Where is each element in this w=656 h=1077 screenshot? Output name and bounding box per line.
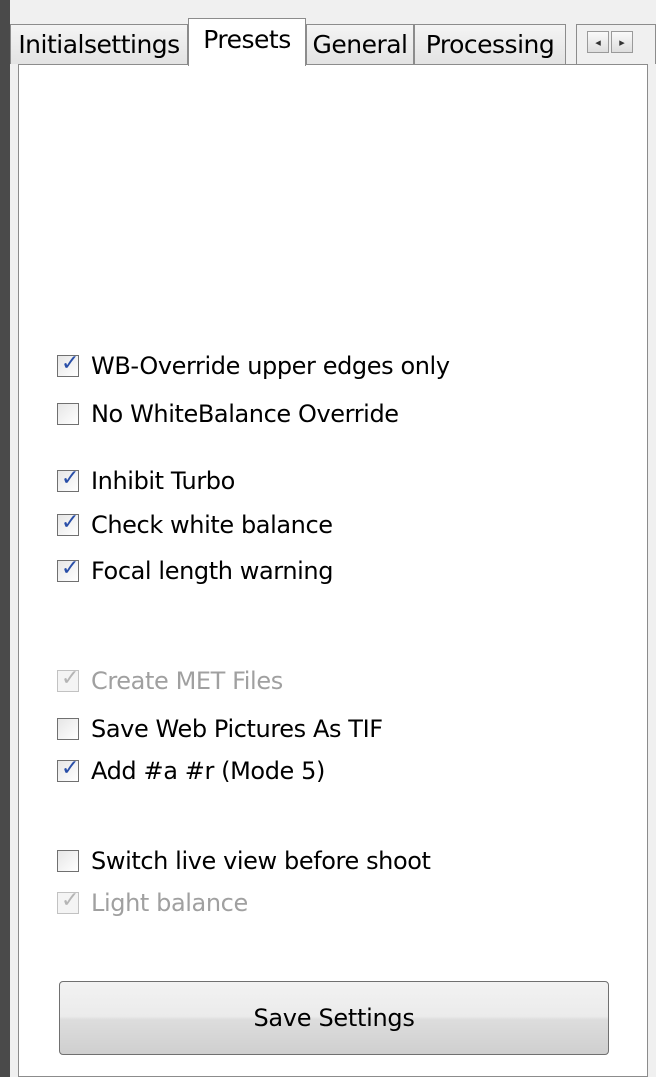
checkbox-check-white-balance[interactable]: ✓ Check white balance bbox=[57, 511, 333, 539]
checkbox-focal-length-warning[interactable]: ✓ Focal length warning bbox=[57, 557, 333, 585]
checkbox-icon[interactable]: ✓ bbox=[57, 718, 79, 740]
checkbox-icon[interactable]: ✓ bbox=[57, 403, 79, 425]
presets-panel: ✓ WB-Override upper edges only ✓ No Whit… bbox=[18, 64, 648, 1077]
checkbox-icon[interactable]: ✓ bbox=[57, 557, 79, 582]
checkbox-icon[interactable]: ✓ bbox=[57, 467, 79, 492]
checkbox-label: WB-Override upper edges only bbox=[91, 352, 450, 380]
checkbox-label: Save Web Pictures As TIF bbox=[91, 715, 383, 743]
checkbox-icon[interactable]: ✓ bbox=[57, 352, 79, 377]
checkbox-add-a-r-mode5[interactable]: ✓ Add #a #r (Mode 5) bbox=[57, 757, 325, 785]
checkbox-label: Light balance bbox=[91, 889, 248, 917]
checkbox-light-balance: ✓ Light balance bbox=[57, 889, 248, 917]
tab-general[interactable]: General bbox=[306, 24, 414, 64]
checkbox-switch-live-view[interactable]: ✓ Switch live view before shoot bbox=[57, 847, 431, 875]
checkbox-label: Focal length warning bbox=[91, 557, 334, 585]
save-settings-button[interactable]: Save Settings bbox=[59, 981, 609, 1055]
checkbox-label: Switch live view before shoot bbox=[91, 847, 431, 875]
checkbox-icon: ✓ bbox=[57, 889, 79, 914]
checkbox-create-met-files: ✓ Create MET Files bbox=[57, 667, 283, 695]
tab-processing[interactable]: Processing bbox=[414, 24, 566, 64]
checkbox-label: Inhibit Turbo bbox=[91, 467, 235, 495]
checkbox-icon[interactable]: ✓ bbox=[57, 511, 79, 536]
checkbox-inhibit-turbo[interactable]: ✓ Inhibit Turbo bbox=[57, 467, 235, 495]
scroll-left-icon[interactable]: ◂ bbox=[587, 31, 609, 53]
checkbox-label: Create MET Files bbox=[91, 667, 283, 695]
checkbox-no-whitebalance-override[interactable]: ✓ No WhiteBalance Override bbox=[57, 400, 399, 428]
scroll-right-icon[interactable]: ▸ bbox=[611, 31, 633, 53]
checkbox-label: Add #a #r (Mode 5) bbox=[91, 757, 325, 785]
checkbox-save-web-pictures-tif[interactable]: ✓ Save Web Pictures As TIF bbox=[57, 715, 383, 743]
tab-strip: Initialsettings Presets General Processi… bbox=[10, 0, 656, 66]
checkbox-wb-override-upper-edges[interactable]: ✓ WB-Override upper edges only bbox=[57, 352, 450, 380]
checkbox-icon[interactable]: ✓ bbox=[57, 757, 79, 782]
tab-initialsettings[interactable]: Initialsettings bbox=[10, 24, 188, 64]
tab-presets[interactable]: Presets bbox=[188, 18, 306, 66]
checkbox-icon[interactable]: ✓ bbox=[57, 850, 79, 872]
tab-scroll-control: ◂ ▸ bbox=[576, 24, 656, 64]
checkbox-label: Check white balance bbox=[91, 511, 333, 539]
checkbox-label: No WhiteBalance Override bbox=[91, 400, 399, 428]
checkbox-icon: ✓ bbox=[57, 667, 79, 692]
